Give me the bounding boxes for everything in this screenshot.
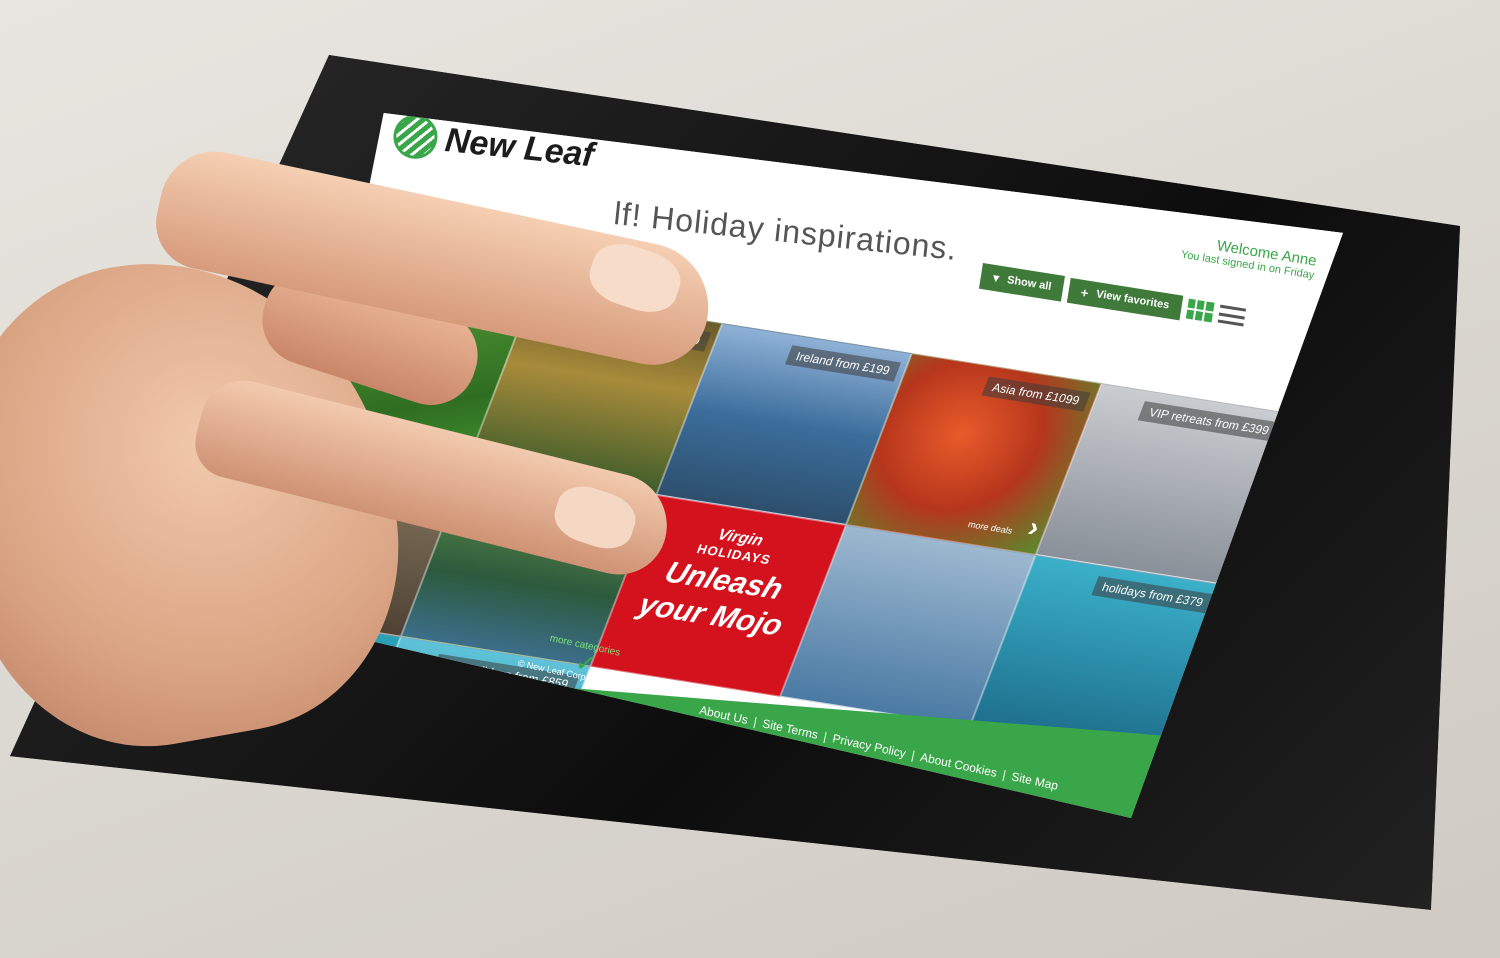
grid-controls: ▾ Show all + View favorites <box>978 263 1246 330</box>
plus-icon: + <box>1079 284 1090 301</box>
separator: | <box>822 729 829 744</box>
leaf-logo-icon <box>391 113 440 161</box>
view-favorites-label: View favorites <box>1095 288 1171 312</box>
separator: | <box>910 748 917 763</box>
page-tagline: lf! Holiday inspirations. <box>612 195 960 267</box>
tile-label: Asia from £1099 <box>981 376 1091 412</box>
dropdown-icon: ▾ <box>991 269 1001 286</box>
list-view-icon[interactable] <box>1217 304 1246 327</box>
separator: | <box>752 714 759 729</box>
more-deals-label: more deals <box>966 519 1015 536</box>
tile-label: France from £199 <box>594 315 712 352</box>
tile-label: VIP retreats from £399 <box>1138 401 1281 442</box>
tile-label: Ireland from £199 <box>784 345 901 382</box>
separator: | <box>1001 767 1008 782</box>
tile-label: holidays from £379 <box>1091 576 1215 614</box>
tile-label: from £99 <box>451 292 522 322</box>
show-all-button[interactable]: ▾ Show all <box>978 263 1066 302</box>
show-all-label: Show all <box>1006 274 1053 293</box>
view-favorites-button[interactable]: + View favorites <box>1067 277 1183 320</box>
grid-view-icon[interactable] <box>1185 298 1215 323</box>
